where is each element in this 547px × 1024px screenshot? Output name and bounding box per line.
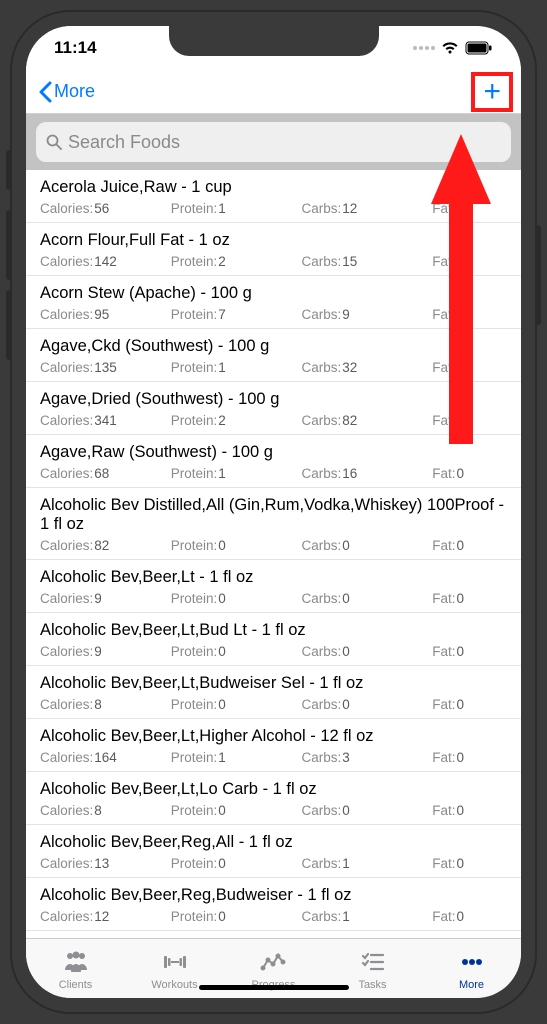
food-title: Agave,Raw (Southwest) - 100 g — [40, 443, 507, 462]
food-stats: Calories:95Protein:7Carbs:9Fat:3 — [40, 307, 507, 322]
home-indicator[interactable] — [199, 985, 349, 990]
add-button-highlight: + — [471, 72, 513, 112]
food-stats: Calories:12Protein:0Carbs:1Fat:0 — [40, 909, 507, 924]
food-stats: Calories:341Protein:2Carbs:82Fat:1 — [40, 413, 507, 428]
food-row[interactable]: Alcoholic Bev,Beer,Reg,Budweiser - 1 fl … — [26, 878, 521, 931]
food-stats: Calories:56Protein:1Carbs:12Fat: — [40, 201, 507, 216]
food-row[interactable]: Agave,Ckd (Southwest) - 100 g Calories:13… — [26, 329, 521, 382]
food-title: Alcoholic Bev,Beer,Reg,All - 1 fl oz — [40, 833, 507, 852]
food-stats: Calories:142Protein:2Carbs:15Fat:0 — [40, 254, 507, 269]
tab-label: More — [459, 979, 484, 991]
tasks-icon — [359, 950, 387, 977]
back-button[interactable]: More — [38, 81, 95, 103]
back-label: More — [54, 81, 95, 102]
battery-icon — [465, 41, 493, 55]
food-title: Alcoholic Bev,Beer,Reg,Budweiser - 1 fl … — [40, 886, 507, 905]
cellular-icon — [413, 46, 435, 50]
food-title: Acerola Juice,Raw - 1 cup — [40, 178, 507, 197]
food-title: Alcoholic Bev,Beer,Lt,Lo Carb - 1 fl oz — [40, 780, 507, 799]
tab-label: Tasks — [358, 979, 386, 991]
food-title: Agave,Ckd (Southwest) - 100 g — [40, 337, 507, 356]
add-button[interactable]: + — [483, 80, 501, 104]
food-title: Agave,Dried (Southwest) - 100 g — [40, 390, 507, 409]
more-icon — [458, 950, 486, 977]
status-time: 11:14 — [54, 38, 97, 58]
food-row[interactable]: Alcoholic Bev,Creme De Menthe,72 Proof -… — [26, 931, 521, 938]
food-stats: Calories:13Protein:0Carbs:1Fat:0 — [40, 856, 507, 871]
wifi-icon — [441, 41, 459, 55]
food-title: Alcoholic Bev Distilled,All (Gin,Rum,Vod… — [40, 496, 507, 534]
food-title: Alcoholic Bev,Beer,Lt - 1 fl oz — [40, 568, 507, 587]
chevron-left-icon — [38, 81, 52, 103]
progress-icon — [260, 950, 288, 977]
food-stats: Calories:82Protein:0Carbs:0Fat:0 — [40, 538, 507, 553]
tab-label: Workouts — [151, 979, 197, 991]
nav-bar: More + — [26, 70, 521, 114]
food-row[interactable]: Alcoholic Bev,Beer,Lt,Higher Alcohol - 1… — [26, 719, 521, 772]
food-row[interactable]: Alcoholic Bev,Beer,Reg,All - 1 fl oz Calo… — [26, 825, 521, 878]
food-row[interactable]: Agave,Raw (Southwest) - 100 g Calories:68… — [26, 435, 521, 488]
food-row[interactable]: Agave,Dried (Southwest) - 100 g Calories:… — [26, 382, 521, 435]
tab-label: Clients — [59, 979, 93, 991]
food-stats: Calories:9Protein:0Carbs:0Fat:0 — [40, 591, 507, 606]
food-row[interactable]: Alcoholic Bev,Beer,Lt,Lo Carb - 1 fl oz C… — [26, 772, 521, 825]
food-list[interactable]: Acerola Juice,Raw - 1 cup Calories:56Prot… — [26, 170, 521, 938]
tab-more[interactable]: More — [422, 950, 521, 991]
food-stats: Calories:164Protein:1Carbs:3Fat:0 — [40, 750, 507, 765]
search-container: Search Foods — [26, 114, 521, 170]
food-title: Acorn Flour,Full Fat - 1 oz — [40, 231, 507, 250]
food-title: Acorn Stew (Apache) - 100 g — [40, 284, 507, 303]
clients-icon — [62, 950, 90, 977]
search-placeholder: Search Foods — [68, 132, 180, 153]
food-stats: Calories:68Protein:1Carbs:16Fat:0 — [40, 466, 507, 481]
food-stats: Calories:8Protein:0Carbs:0Fat:0 — [40, 697, 507, 712]
food-row[interactable]: Alcoholic Bev,Beer,Lt,Budweiser Sel - 1 … — [26, 666, 521, 719]
search-input[interactable]: Search Foods — [36, 122, 511, 162]
food-title: Alcoholic Bev,Beer,Lt,Higher Alcohol - 1… — [40, 727, 507, 746]
tab-clients[interactable]: Clients — [26, 950, 125, 991]
food-row[interactable]: Alcoholic Bev Distilled,All (Gin,Rum,Vod… — [26, 488, 521, 560]
food-title: Alcoholic Bev,Beer,Lt,Bud Lt - 1 fl oz — [40, 621, 507, 640]
food-stats: Calories:9Protein:0Carbs:0Fat:0 — [40, 644, 507, 659]
food-row[interactable]: Acorn Flour,Full Fat - 1 oz Calories:142P… — [26, 223, 521, 276]
food-row[interactable]: Alcoholic Bev,Beer,Lt - 1 fl oz Calories:… — [26, 560, 521, 613]
search-icon — [46, 134, 62, 150]
food-title: Alcoholic Bev,Beer,Lt,Budweiser Sel - 1 … — [40, 674, 507, 693]
food-row[interactable]: Acorn Stew (Apache) - 100 g Calories:95Pr… — [26, 276, 521, 329]
food-stats: Calories:8Protein:0Carbs:0Fat:0 — [40, 803, 507, 818]
food-stats: Calories:135Protein:1Carbs:32Fat:0 — [40, 360, 507, 375]
food-row[interactable]: Alcoholic Bev,Beer,Lt,Bud Lt - 1 fl oz Ca… — [26, 613, 521, 666]
food-row[interactable]: Acerola Juice,Raw - 1 cup Calories:56Prot… — [26, 170, 521, 223]
workouts-icon — [161, 950, 189, 977]
